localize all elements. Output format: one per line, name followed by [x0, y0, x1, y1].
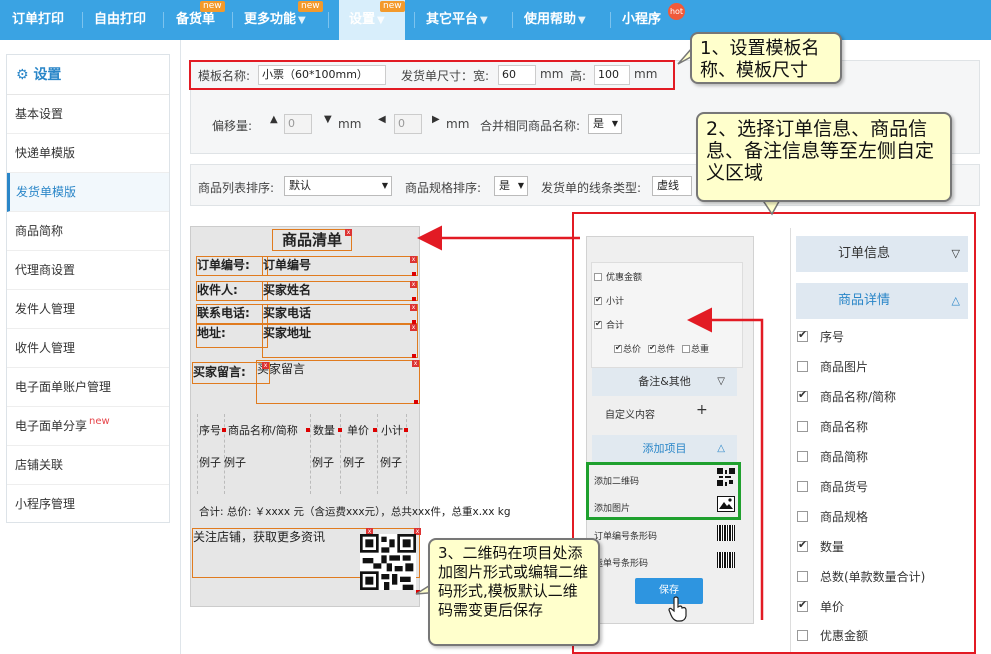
callout-step-3: 3、二维码在项目处添加图片形式或编辑二维码形式,模板默认二维码需变更后保存 — [428, 538, 600, 646]
callout-step-2: 2、选择订单信息、商品信息、备注信息等至左侧自定义区域 — [696, 112, 952, 202]
callout-step-1: 1、设置模板名称、模板尺寸 — [690, 32, 842, 84]
